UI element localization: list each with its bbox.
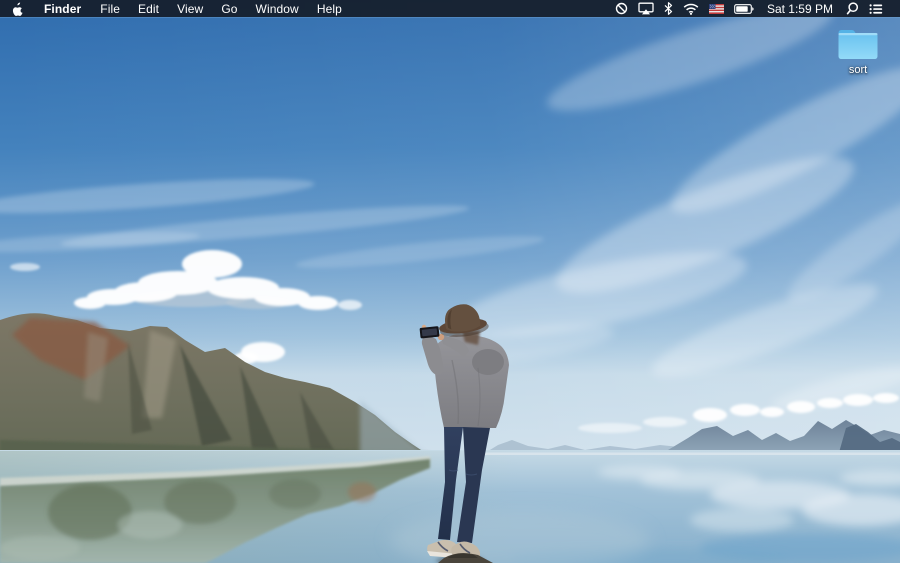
- airplay-display-icon[interactable]: [633, 0, 659, 17]
- menu-bar-clock[interactable]: Sat 1:59 PM: [759, 0, 841, 17]
- wifi-icon[interactable]: [678, 0, 704, 17]
- notification-center-glyph: [869, 3, 883, 14]
- wifi-glyph: [683, 3, 699, 15]
- airplay-display-glyph: [638, 2, 654, 15]
- menu-edit[interactable]: Edit: [129, 0, 168, 17]
- circle-slash-glyph: [615, 2, 628, 15]
- spotlight-search-icon[interactable]: [841, 0, 864, 17]
- menu-bar: Finder File Edit View Go Window Help Sat…: [0, 0, 900, 17]
- us-flag-glyph: [708, 3, 724, 14]
- menu-bar-left: Finder File Edit View Go Window Help: [0, 0, 351, 17]
- menu-go[interactable]: Go: [212, 0, 246, 17]
- menu-bar-status: Sat 1:59 PM: [610, 0, 900, 17]
- menu-help[interactable]: Help: [308, 0, 351, 17]
- folder-icon: [838, 30, 878, 59]
- desktop-folder-sort[interactable]: sort: [831, 26, 885, 76]
- battery-glyph: [734, 3, 754, 14]
- menu-view[interactable]: View: [168, 0, 212, 17]
- circle-slash-icon[interactable]: [610, 0, 633, 17]
- folder-label: sort: [848, 64, 868, 76]
- us-flag-icon[interactable]: [704, 0, 729, 17]
- apple-logo-icon: [12, 2, 23, 16]
- battery-icon[interactable]: [729, 0, 759, 17]
- menu-finder[interactable]: Finder: [34, 0, 91, 17]
- desktop-background[interactable]: [0, 0, 900, 563]
- wallpaper-photo: [0, 0, 900, 563]
- menu-file[interactable]: File: [91, 0, 129, 17]
- bluetooth-icon[interactable]: [659, 0, 678, 17]
- notification-center-icon[interactable]: [864, 0, 888, 17]
- menu-window[interactable]: Window: [247, 0, 308, 17]
- apple-menu[interactable]: [0, 0, 34, 17]
- bluetooth-glyph: [664, 2, 673, 15]
- spotlight-glyph: [846, 2, 859, 15]
